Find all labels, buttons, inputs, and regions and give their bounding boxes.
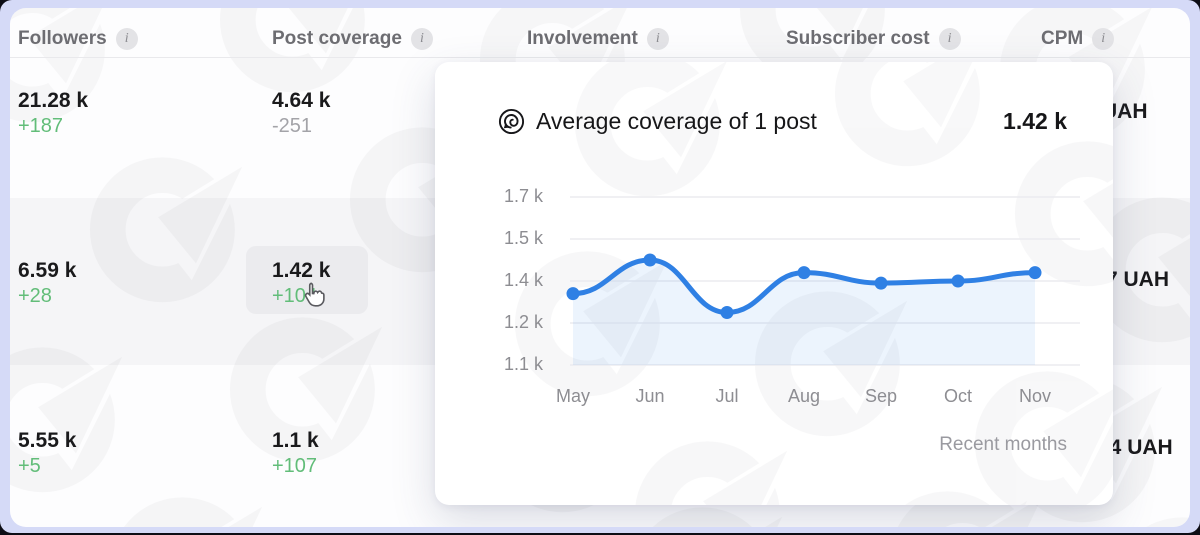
info-icon[interactable]: i — [411, 28, 433, 50]
popup-footer-label: Recent months — [939, 434, 1067, 456]
column-label: Post coverage — [272, 28, 402, 50]
column-header-post-coverage: Post coverage i — [272, 28, 433, 50]
y-axis-tick: 1.1 k — [471, 354, 543, 375]
followers-cell[interactable]: 21.28 k +187 — [18, 88, 88, 138]
column-label: Involvement — [527, 28, 638, 50]
brand-logo-watermark — [90, 448, 300, 527]
stat-delta: +5 — [18, 454, 76, 478]
data-point-aug — [798, 266, 811, 279]
coverage-line-chart[interactable] — [560, 187, 1090, 382]
cpm-value-fragment: 7 UAH — [1106, 268, 1169, 292]
popup-title-row: Average coverage of 1 post 1.42 k — [498, 108, 1067, 135]
data-point-jun — [644, 254, 657, 267]
data-point-may — [567, 287, 580, 300]
y-axis-tick: 1.7 k — [471, 186, 543, 207]
column-header-subscriber-cost: Subscriber cost i — [786, 28, 961, 50]
info-icon[interactable]: i — [939, 28, 961, 50]
column-label: CPM — [1041, 28, 1083, 50]
brand-logo-watermark — [615, 392, 825, 505]
x-axis-label: Sep — [851, 386, 911, 407]
info-icon[interactable]: i — [1092, 28, 1114, 50]
data-point-jul — [721, 306, 734, 319]
y-axis-tick: 1.5 k — [471, 228, 543, 249]
stat-delta: +187 — [18, 114, 88, 138]
post-coverage-cell[interactable]: 1.1 k +107 — [272, 428, 319, 478]
x-axis-label: Aug — [774, 386, 834, 407]
x-axis-label: Nov — [1005, 386, 1065, 407]
post-coverage-cell-hovered[interactable]: 1.42 k +104 — [272, 258, 330, 308]
x-axis-label: Jul — [697, 386, 757, 407]
column-header-involvement: Involvement i — [527, 28, 669, 50]
popup-title: Average coverage of 1 post — [536, 108, 1003, 135]
page-frame: Followers i Post coverage i Involvement … — [0, 0, 1200, 533]
x-axis-label: Jun — [620, 386, 680, 407]
y-axis-tick: 1.2 k — [471, 312, 543, 333]
stats-table-card: Followers i Post coverage i Involvement … — [10, 8, 1190, 527]
stat-value: 4.64 k — [272, 88, 330, 114]
column-header-followers: Followers i — [18, 28, 138, 50]
data-point-oct — [952, 275, 965, 288]
stat-value: 6.59 k — [18, 258, 76, 284]
stat-value: 21.28 k — [18, 88, 88, 114]
stat-value: 5.55 k — [18, 428, 76, 454]
popup-headline-value: 1.42 k — [1003, 108, 1067, 135]
stat-value: 1.42 k — [272, 258, 330, 284]
coverage-spiral-icon — [498, 108, 525, 135]
followers-cell[interactable]: 5.55 k +5 — [18, 428, 76, 478]
stat-delta: +28 — [18, 284, 76, 308]
column-label: Subscriber cost — [786, 28, 930, 50]
info-icon[interactable]: i — [647, 28, 669, 50]
y-axis-tick: 1.4 k — [471, 270, 543, 291]
x-axis-label: Oct — [928, 386, 988, 407]
stat-delta: +107 — [272, 454, 319, 478]
followers-cell[interactable]: 6.59 k +28 — [18, 258, 76, 308]
info-icon[interactable]: i — [116, 28, 138, 50]
coverage-popup: Average coverage of 1 post 1.42 k 1.7 k … — [435, 62, 1113, 505]
column-label: Followers — [18, 28, 107, 50]
data-point-nov — [1029, 266, 1042, 279]
header-divider — [10, 57, 1190, 58]
column-header-cpm: CPM i — [1041, 28, 1114, 50]
x-axis-label: May — [543, 386, 603, 407]
stat-delta: +104 — [272, 284, 330, 308]
stat-delta: -251 — [272, 114, 330, 138]
stat-value: 1.1 k — [272, 428, 319, 454]
data-point-sep — [875, 277, 888, 290]
post-coverage-cell[interactable]: 4.64 k -251 — [272, 88, 330, 138]
